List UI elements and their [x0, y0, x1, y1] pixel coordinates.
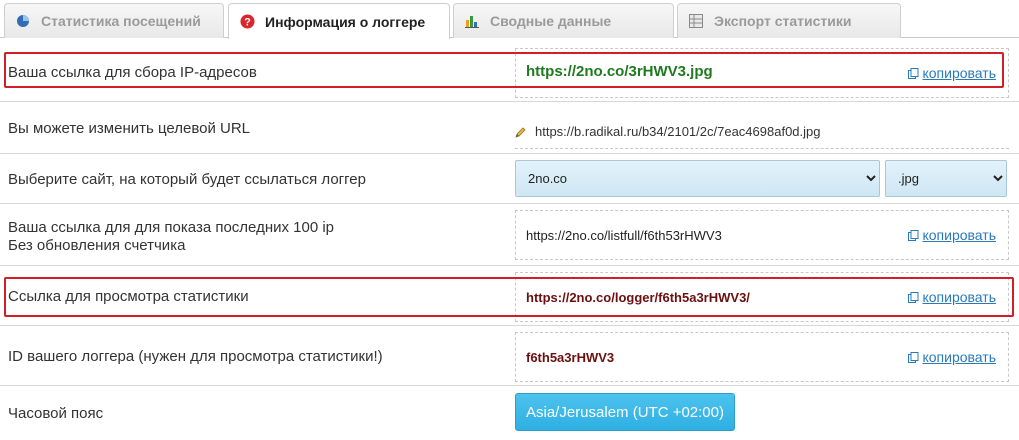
tab-export-statistics[interactable]: Экспорт статистики [677, 3, 901, 38]
extension-select[interactable]: .jpg [885, 160, 1007, 197]
tab-bar: Статистика посещений ? Информация о логг… [0, 0, 1019, 39]
target-url-value-wrap[interactable]: https://b.radikal.ru/b34/2101/2c/7eac469… [515, 124, 821, 139]
logger-id-value[interactable]: f6th5a3rHWV3 [526, 350, 614, 365]
tab-label: Экспорт статистики [714, 13, 852, 29]
tab-summary-data[interactable]: Сводные данные [453, 3, 674, 38]
row-logger-id: ID вашего логгера (нужен для просмотра с… [0, 326, 1019, 386]
pencil-icon[interactable] [515, 126, 527, 138]
row-last-100: Ваша ссылка для для показа последних 100… [0, 204, 1019, 266]
copy-icon [908, 351, 919, 363]
copy-icon [908, 229, 919, 241]
highlight-stats-link [4, 277, 1014, 317]
copy-label: копировать [922, 349, 996, 365]
logger-id-label: ID вашего логгера (нужен для просмотра с… [8, 348, 383, 365]
copy-last100-button[interactable]: копировать [908, 227, 996, 243]
row-target-url: Вы можете изменить целевой URL https://b… [0, 102, 1019, 154]
tab-label: Статистика посещений [41, 13, 201, 29]
target-url-label: Вы можете изменить целевой URL [8, 120, 251, 137]
timezone-button[interactable]: Asia/Jerusalem (UTC +02:00) [515, 393, 735, 431]
tab-visit-statistics[interactable]: Статистика посещений [4, 3, 224, 38]
target-url-value[interactable]: https://b.radikal.ru/b34/2101/2c/7eac469… [535, 124, 821, 139]
tab-label: Сводные данные [490, 13, 612, 29]
highlight-ip-link [4, 52, 1004, 88]
tab-label: Информация о логгере [265, 13, 426, 30]
target-url-underline [515, 148, 1009, 149]
last100-box: https://2no.co/listfull/f6th53rHWV3 копи… [515, 210, 1009, 260]
last100-value[interactable]: https://2no.co/listfull/f6th53rHWV3 [526, 228, 722, 243]
logger-id-box: f6th5a3rHWV3 копировать [515, 332, 1009, 382]
row-timezone: Часовой пояс Asia/Jerusalem (UTC +02:00) [0, 386, 1019, 436]
copy-logger-id-button[interactable]: копировать [908, 349, 996, 365]
table-icon [688, 13, 704, 29]
info-icon: ? [239, 14, 255, 30]
pie-chart-icon [15, 13, 31, 29]
bar-chart-icon [464, 13, 480, 29]
row-site-select: Выберите сайт, на который будет ссылатьс… [0, 154, 1019, 204]
site-select-label: Выберите сайт, на который будет ссылатьс… [8, 171, 366, 188]
copy-label: копировать [922, 227, 996, 243]
domain-select[interactable]: 2no.co [515, 160, 880, 197]
tab-logger-info[interactable]: ? Информация о логгере [228, 3, 450, 39]
svg-text:?: ? [244, 17, 251, 29]
last100-label-line1: Ваша ссылка для для показа последних 100… [8, 219, 335, 236]
last100-label-line2: Без обновления счетчика [8, 237, 186, 254]
timezone-label: Часовой пояс [8, 405, 104, 422]
